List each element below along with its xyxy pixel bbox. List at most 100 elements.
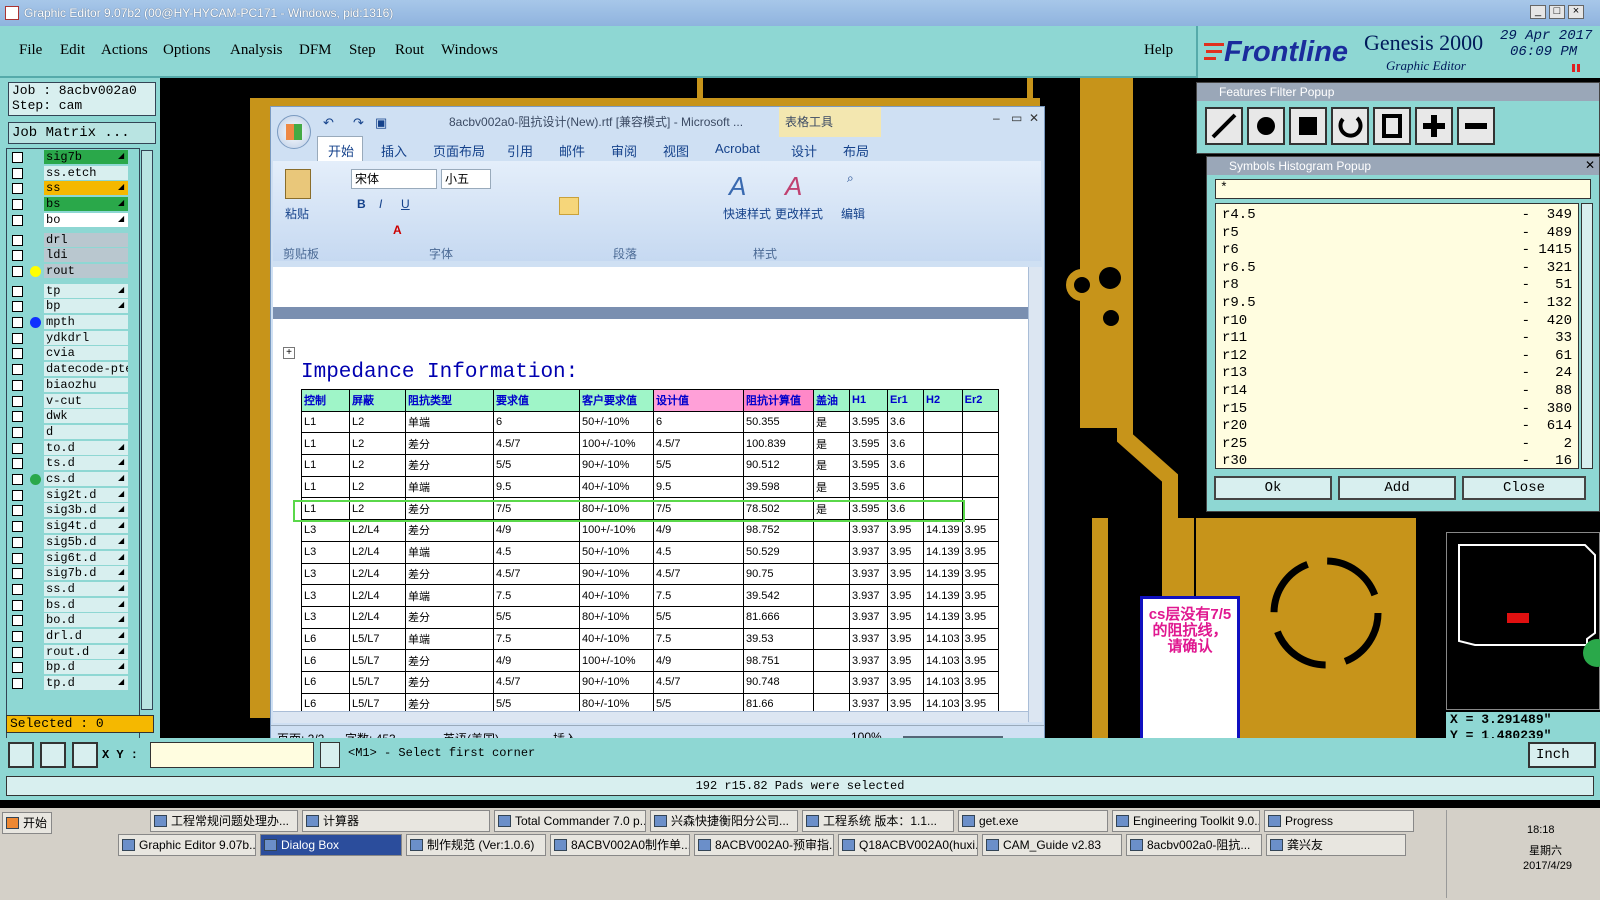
layer-name[interactable]: drl [44, 232, 128, 247]
table-cell[interactable]: L2/L4 [349, 605, 406, 629]
menu-dfm[interactable]: DFM [299, 42, 332, 59]
table-cell[interactable]: 4.5/7 [493, 432, 580, 456]
taskbar-item[interactable]: get.exe [958, 810, 1108, 832]
table-cell[interactable] [961, 475, 999, 499]
layer-row[interactable]: ldi [12, 248, 128, 263]
table-cell[interactable]: 14.139 [923, 540, 963, 564]
layer-checkbox[interactable] [12, 395, 23, 407]
layer-checkbox[interactable] [12, 615, 23, 627]
menu-actions[interactable]: Actions [101, 42, 148, 59]
table-cell[interactable]: 14.139 [923, 584, 963, 607]
taskbar-item[interactable]: 工程系统 版本：1.1... [802, 810, 954, 832]
histogram-item[interactable]: r5 - 489 [1222, 225, 1572, 243]
layer-checkbox[interactable] [12, 199, 23, 211]
table-cell[interactable]: L1 [301, 475, 350, 499]
pause-button[interactable] [320, 742, 340, 768]
taskbar-item[interactable]: Total Commander 7.0 p... [494, 810, 646, 832]
layer-name[interactable]: rout [44, 263, 128, 278]
align-left-button[interactable] [559, 197, 579, 215]
layer-name[interactable]: bs [44, 197, 128, 212]
table-cell[interactable]: 差分 [405, 432, 494, 456]
table-cell[interactable]: 3.95 [887, 540, 924, 564]
table-cell[interactable]: 差分 [405, 605, 494, 629]
table-cell[interactable]: 差分 [405, 670, 494, 694]
layer-checkbox[interactable] [12, 552, 23, 564]
layer-name[interactable]: drl.d [44, 629, 128, 643]
table-cell[interactable] [813, 562, 850, 586]
table-cell[interactable]: 5/5 [653, 605, 744, 629]
pad-filter-icon[interactable] [1247, 107, 1285, 145]
layer-row[interactable]: ss.etch [12, 165, 128, 181]
table-cell[interactable]: 4/9 [653, 649, 744, 672]
table-cell[interactable]: 3.95 [887, 584, 924, 607]
layer-row[interactable]: drl [12, 232, 128, 248]
histogram-item[interactable]: r9.5 - 132 [1222, 295, 1572, 313]
table-cell[interactable]: 3.95 [887, 627, 924, 651]
symbol-filter-input[interactable]: * [1215, 179, 1591, 199]
taskbar-item[interactable]: 龚兴友 [1266, 834, 1406, 856]
table-cell[interactable] [961, 454, 999, 477]
table-cell[interactable]: 3.937 [849, 605, 888, 629]
layer-row[interactable]: bo.d ◢ [12, 613, 128, 628]
layer-checkbox[interactable] [12, 474, 23, 485]
layer-name[interactable]: sig7b [44, 150, 128, 164]
histogram-item[interactable]: r10 - 420 [1222, 313, 1572, 331]
layer-row[interactable]: rout.d ◢ [12, 644, 128, 660]
menu-rout[interactable]: Rout [395, 42, 424, 59]
layer-name[interactable]: bs.d [44, 597, 128, 612]
layer-checkbox[interactable] [12, 631, 23, 642]
quick-styles-icon[interactable]: A [729, 171, 757, 201]
table-cell[interactable] [961, 410, 999, 434]
histogram-item[interactable]: r30 - 16 [1222, 453, 1572, 471]
change-styles-label[interactable]: 更改样式 [775, 205, 823, 222]
table-cell[interactable]: 100+/-10% [579, 432, 654, 456]
layer-name[interactable]: ss.etch [44, 165, 128, 180]
table-cell[interactable]: 90.512 [743, 454, 814, 477]
minimize-button[interactable]: _ [1530, 5, 1546, 19]
table-cell[interactable] [923, 432, 963, 456]
table-cell[interactable] [813, 670, 850, 694]
table-cell[interactable]: 14.103 [923, 649, 963, 672]
table-cell[interactable]: 单端 [405, 475, 494, 499]
histogram-item[interactable]: r12 - 61 [1222, 348, 1572, 366]
table-cell[interactable]: 3.95 [961, 605, 999, 629]
layer-row[interactable]: sig7b.d ◢ [12, 566, 128, 581]
table-cell[interactable]: 7.5 [493, 627, 580, 651]
layer-row[interactable]: cvia [12, 346, 128, 361]
tab-acrobat[interactable]: Acrobat [715, 141, 760, 156]
table-cell[interactable]: 100.839 [743, 432, 814, 456]
layer-checkbox[interactable] [12, 317, 23, 328]
table-cell[interactable]: 3.95 [887, 670, 924, 694]
underline-button[interactable]: U [401, 197, 410, 211]
font-color-button[interactable]: A [393, 223, 402, 237]
xy-input[interactable] [150, 742, 314, 768]
table-cell[interactable]: 14.103 [923, 627, 963, 651]
layer-checkbox[interactable] [12, 411, 23, 423]
table-cell[interactable]: 是 [813, 454, 850, 477]
table-cell[interactable]: 50.355 [743, 410, 814, 434]
measure-icon[interactable] [40, 742, 66, 768]
layer-row[interactable]: ts.d ◢ [12, 456, 128, 471]
histogram-item[interactable]: r20 - 614 [1222, 418, 1572, 436]
layer-name[interactable]: bp.d [44, 660, 128, 675]
taskbar-item[interactable]: 制作规范 (Ver:1.0.6) [406, 834, 546, 856]
menu-analysis[interactable]: Analysis [230, 42, 283, 59]
histogram-item[interactable]: r4.5 - 349 [1222, 207, 1572, 225]
layer-checkbox[interactable] [12, 183, 23, 195]
layer-name[interactable]: sig6t.d [44, 550, 128, 565]
table-cell[interactable]: 差分 [405, 519, 494, 542]
tab-review[interactable]: 审阅 [611, 141, 637, 160]
layer-row[interactable]: mpth [12, 315, 128, 330]
table-cell[interactable]: 3.937 [849, 540, 888, 564]
layer-name[interactable]: datecode-pte [44, 362, 128, 377]
table-cell[interactable]: 3.95 [961, 540, 999, 564]
taskbar-item[interactable]: 工程常规问题处理办... [150, 810, 298, 832]
ok-button[interactable]: Ok [1214, 476, 1332, 500]
layer-row[interactable]: cs.d ◢ [12, 472, 128, 487]
table-cell[interactable]: 40+/-10% [579, 627, 654, 651]
table-cell[interactable]: 40+/-10% [579, 475, 654, 499]
table-cell[interactable] [813, 605, 850, 629]
table-cell[interactable]: 3.937 [849, 649, 888, 672]
menu-step[interactable]: Step [349, 42, 376, 59]
undo-icon[interactable]: ↶ [323, 115, 334, 131]
